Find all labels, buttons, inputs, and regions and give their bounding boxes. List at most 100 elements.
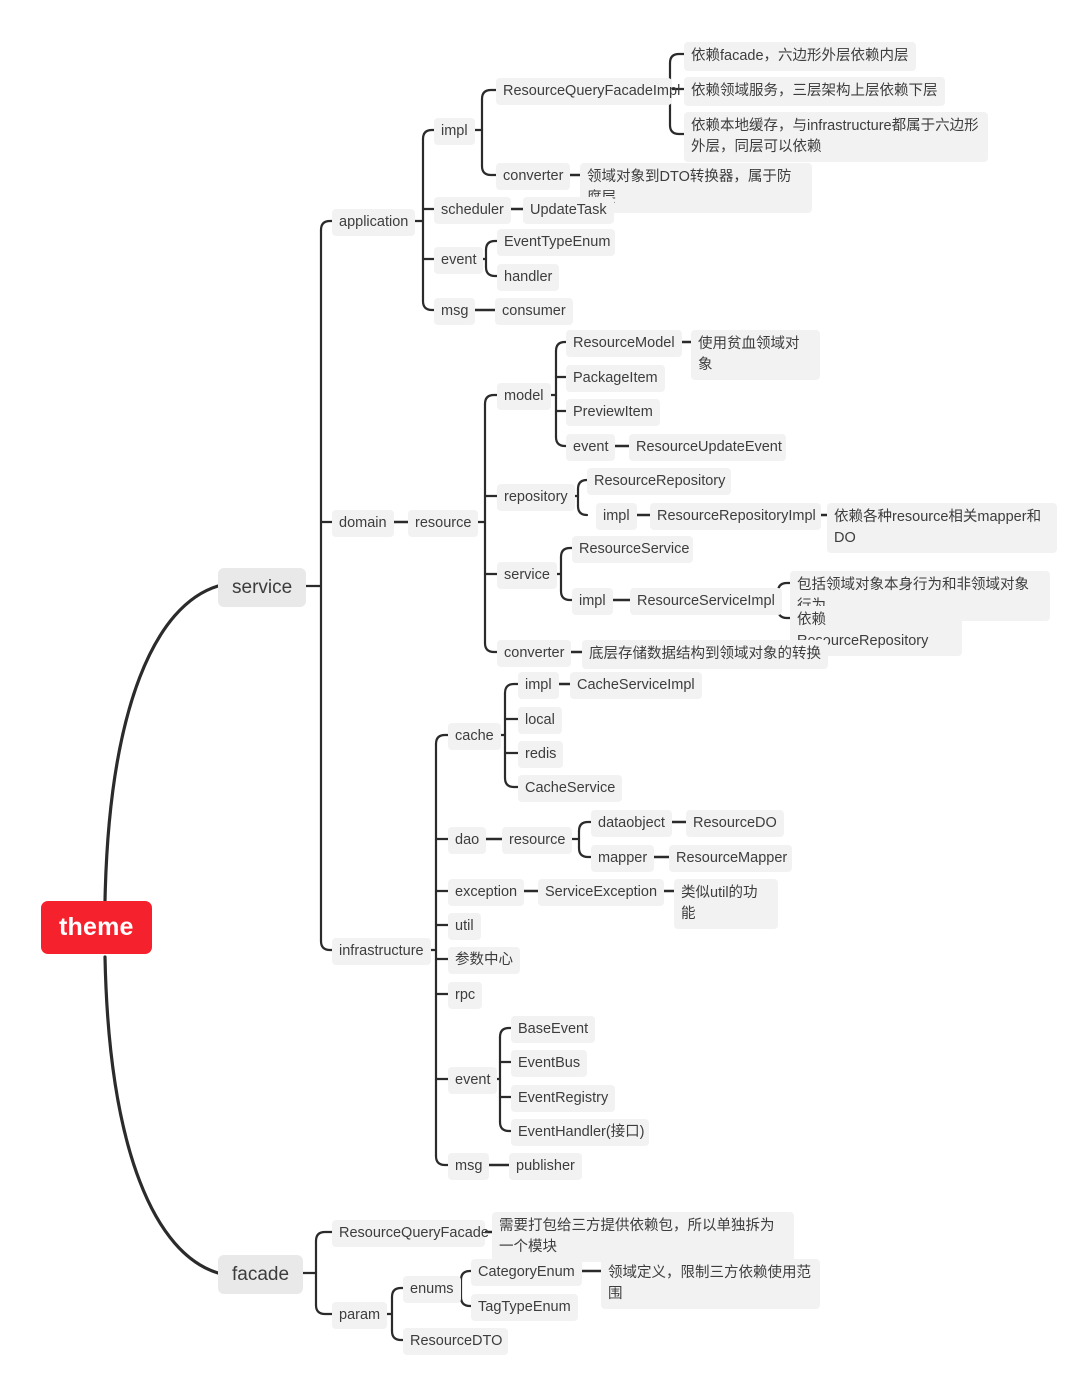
node-inf-msg[interactable]: msg: [448, 1153, 490, 1181]
node-dom-model-event-rue[interactable]: ResourceUpdateEvent: [629, 434, 786, 462]
edge-dom-model-children-branch: [554, 435, 568, 448]
node-inf-rpc[interactable]: rpc: [448, 982, 483, 1010]
node-dom-model-event[interactable]: event: [566, 434, 616, 462]
edge-application-children-branch: [421, 299, 436, 312]
node-app-impl-rqfi-n3[interactable]: 依赖本地缓存，与infrastructure都属于六边形外层，同层可以依赖: [684, 112, 988, 163]
edge-service-children-branch: [319, 939, 334, 952]
node-inf-cache-impl-cls[interactable]: CacheServiceImpl: [570, 672, 702, 700]
node-dom-converter-note[interactable]: 底层存储数据结构到领域对象的转换: [582, 640, 828, 670]
node-app-scheduler-updatetask[interactable]: UpdateTask: [523, 197, 614, 225]
node-inf-dao[interactable]: dao: [448, 827, 487, 855]
node-inf-cache-service[interactable]: CacheService: [518, 775, 622, 803]
node-inf-cache[interactable]: cache: [448, 723, 501, 751]
node-inf-cache-local[interactable]: local: [518, 707, 562, 735]
edge-resource-children-branch: [483, 641, 499, 654]
node-app-impl-rqfi[interactable]: ResourceQueryFacadeImpl: [496, 78, 680, 106]
node-dom-model-resourcemodel[interactable]: ResourceModel: [566, 330, 682, 358]
node-inf-event-registry[interactable]: EventRegistry: [511, 1085, 616, 1113]
node-inf-event-handler[interactable]: EventHandler(接口): [511, 1119, 649, 1147]
node-dom-resource[interactable]: resource: [408, 510, 479, 538]
node-dom-model[interactable]: model: [497, 383, 551, 411]
node-fac-rqf[interactable]: ResourceQueryFacade: [332, 1220, 489, 1248]
node-dom-repository-impl-cls[interactable]: ResourceRepositoryImpl: [650, 503, 821, 531]
edge-dom-repository-children-branch: [576, 478, 589, 491]
edge-dom-model-children-branch: [554, 340, 568, 353]
edge-rqfi-children-branch: [668, 52, 686, 65]
edge-infrastructure-children-branch: [434, 733, 450, 746]
node-inf-dao-dataobject[interactable]: dataobject: [591, 810, 672, 838]
node-inf-msg-publisher[interactable]: publisher: [509, 1153, 582, 1181]
node-app-scheduler[interactable]: scheduler: [434, 197, 511, 225]
node-inf-cache-redis[interactable]: redis: [518, 741, 564, 769]
node-inf-util[interactable]: util: [448, 913, 481, 941]
edge-resource-children-branch: [483, 393, 499, 406]
node-dom-service[interactable]: service: [497, 562, 557, 590]
node-inf-param-center[interactable]: 参数中心: [448, 947, 520, 975]
node-dom-model-previewitem[interactable]: PreviewItem: [566, 399, 660, 427]
edge-service-children-branch: [319, 219, 334, 232]
node-service[interactable]: service: [218, 568, 307, 608]
node-app-event[interactable]: event: [434, 247, 484, 275]
node-fac-param-dto[interactable]: ResourceDTO: [403, 1328, 508, 1356]
node-dom-repository-iface[interactable]: ResourceRepository: [587, 468, 731, 496]
node-app-msg-consumer[interactable]: consumer: [495, 298, 573, 326]
node-fac-param[interactable]: param: [332, 1302, 388, 1330]
node-fac-param-enums-category-note[interactable]: 领域定义，限制三方依赖使用范围: [601, 1259, 820, 1310]
edge-inf-cache-children-branch: [503, 682, 520, 695]
node-fac-param-enums-tagtype[interactable]: TagTypeEnum: [471, 1294, 578, 1322]
node-dom-model-packageitem[interactable]: PackageItem: [566, 365, 665, 393]
edge-facade-children-branch: [314, 1303, 334, 1316]
edge-app-impl-children-branch: [480, 88, 498, 101]
node-inf-dao-resource[interactable]: resource: [502, 827, 573, 855]
edge-dom-service-children-branch: [559, 589, 574, 602]
node-inf-dao-mapper-cls[interactable]: ResourceMapper: [669, 845, 792, 873]
node-inf-dao-dataobject-cls[interactable]: ResourceDO: [686, 810, 784, 838]
node-dom-service-impl[interactable]: impl: [572, 588, 613, 616]
edge-root-service: [103, 584, 220, 903]
edge-inf-event-children-branch: [498, 1026, 513, 1039]
node-inf-dao-mapper[interactable]: mapper: [591, 845, 655, 873]
node-fac-param-enums-category[interactable]: CategoryEnum: [471, 1259, 582, 1287]
edge-inf-dao-resource-children-branch: [577, 846, 593, 859]
node-fac-param-enums[interactable]: enums: [403, 1276, 461, 1304]
edge-inf-event-children-branch: [498, 1120, 513, 1133]
mindmap-canvas: theme service facade application domain infra…: [0, 0, 1080, 1393]
node-inf-event[interactable]: event: [448, 1067, 498, 1095]
node-app-impl[interactable]: impl: [434, 118, 475, 146]
node-inf-exception-note[interactable]: 类似util的功能: [674, 879, 778, 930]
edge-inf-dao-resource-children-branch: [577, 820, 593, 833]
node-dom-repository-impl-note[interactable]: 依赖各种resource相关mapper和DO: [827, 503, 1057, 554]
node-app-impl-rqfi-n2[interactable]: 依赖领域服务，三层架构上层依赖下层: [684, 77, 945, 107]
node-dom-service-iface[interactable]: ResourceService: [572, 536, 693, 564]
edge-app-event-children-branch: [484, 239, 499, 252]
edge-fac-enums-children-branch: [459, 1295, 473, 1308]
node-app-impl-rqfi-n1[interactable]: 依赖facade，六边形外层依赖内层: [684, 42, 916, 72]
node-dom-repository-impl[interactable]: impl: [596, 503, 637, 531]
edge-dom-service-children-branch: [559, 546, 574, 559]
node-dom-service-impl-cls[interactable]: ResourceServiceImpl: [630, 588, 782, 616]
node-inf-cache-impl[interactable]: impl: [518, 672, 559, 700]
node-dom-repository[interactable]: repository: [497, 484, 575, 512]
node-app-event-typeenum[interactable]: EventTypeEnum: [497, 229, 615, 257]
edge-fac-enums-children-branch: [459, 1269, 473, 1282]
node-dom-converter[interactable]: converter: [497, 640, 572, 668]
edge-application-children-branch: [421, 128, 436, 141]
node-inf-event-bus[interactable]: EventBus: [511, 1050, 588, 1078]
node-application[interactable]: application: [332, 209, 416, 237]
node-app-impl-converter-note[interactable]: 领域对象到DTO转换器，属于防腐层: [580, 163, 812, 214]
node-app-msg[interactable]: msg: [434, 298, 476, 326]
node-infrastructure[interactable]: infrastructure: [332, 938, 431, 966]
edge-root-facade: [103, 955, 220, 1275]
node-dom-model-resourcemodel-note[interactable]: 使用贫血领域对象: [691, 330, 820, 381]
node-app-event-handler[interactable]: handler: [497, 264, 560, 292]
node-inf-exception-cls[interactable]: ServiceException: [538, 879, 665, 907]
node-root[interactable]: theme: [41, 901, 152, 954]
node-inf-exception[interactable]: exception: [448, 879, 525, 907]
edge-fac-param-children-branch: [390, 1329, 405, 1342]
node-fac-rqf-note[interactable]: 需要打包给三方提供依赖包，所以单独拆为一个模块: [492, 1212, 794, 1263]
node-inf-event-base[interactable]: BaseEvent: [511, 1016, 596, 1044]
edge-rqfi-children-branch: [668, 123, 686, 136]
node-domain[interactable]: domain: [332, 510, 394, 538]
node-facade[interactable]: facade: [218, 1255, 304, 1295]
node-app-impl-converter[interactable]: converter: [496, 163, 571, 191]
